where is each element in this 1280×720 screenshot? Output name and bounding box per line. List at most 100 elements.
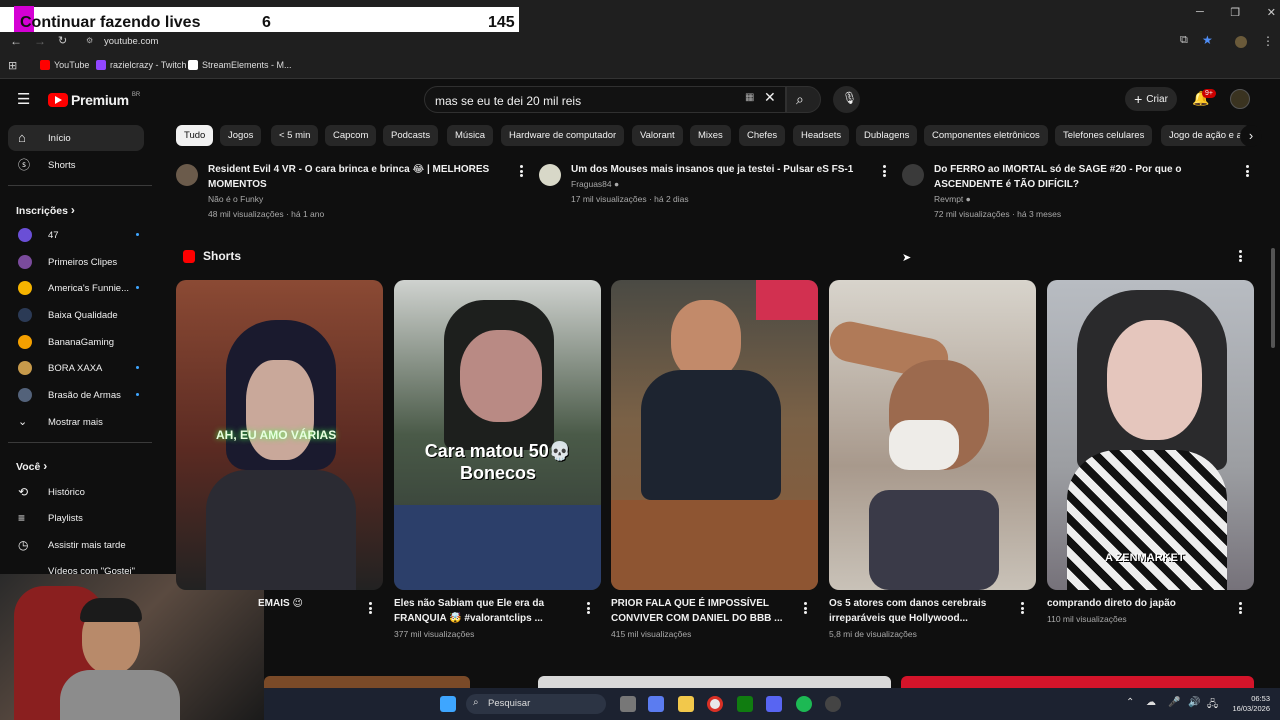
app-icon[interactable] xyxy=(825,696,841,712)
hamburger-menu-icon[interactable]: ☰ xyxy=(17,90,30,108)
bookmark-star-icon[interactable]: ★ xyxy=(1202,33,1213,47)
voice-search-button[interactable]: 🎙 xyxy=(833,86,860,113)
install-icon[interactable]: ⧉ xyxy=(1180,34,1188,47)
bookmark-streamelements[interactable]: StreamElements - M... xyxy=(188,60,292,70)
account-avatar[interactable] xyxy=(1230,89,1250,109)
sidebar-sub-item[interactable]: Baixa Qualidade xyxy=(8,302,144,328)
maximize-icon[interactable]: ❐ xyxy=(1230,6,1240,19)
clear-search-icon[interactable]: ✕ xyxy=(764,89,776,106)
short-thumbnail[interactable]: AH, EU AMO VÁRIAS xyxy=(176,280,383,590)
short-thumbnail[interactable] xyxy=(829,280,1036,590)
sidebar-item-history[interactable]: ⟲ Histórico xyxy=(8,479,144,505)
chrome-icon[interactable] xyxy=(707,696,723,712)
xbox-icon[interactable] xyxy=(737,696,753,712)
chip[interactable]: Tudo xyxy=(176,125,214,146)
shorts-more-icon[interactable] xyxy=(1239,250,1243,262)
short-title[interactable]: EMAIS 😉 xyxy=(258,596,368,611)
short-thumbnail[interactable]: A ZENMARKET xyxy=(1047,280,1254,590)
close-icon[interactable]: ✕ xyxy=(1267,6,1276,19)
spotify-icon[interactable] xyxy=(796,696,812,712)
more-options-icon[interactable] xyxy=(1021,602,1025,614)
task-view-icon[interactable] xyxy=(620,696,636,712)
more-options-icon[interactable] xyxy=(587,602,591,614)
short-title[interactable]: Eles não Sabiam que Ele era da FRANQUIA 🤯… xyxy=(394,596,569,626)
sidebar-show-more[interactable]: ⌄ Mostrar mais xyxy=(8,409,144,435)
taskbar-clock[interactable]: 06:53 16/03/2026 xyxy=(1226,694,1270,714)
video-thumbnail[interactable] xyxy=(901,676,1254,688)
search-input[interactable]: mas se eu te dei 20 mil reis xyxy=(424,86,786,113)
wifi-icon[interactable]: ☁ xyxy=(1146,697,1156,708)
video-title[interactable]: Do FERRO ao IMORTAL só de SAGE #20 - Por… xyxy=(934,162,1234,192)
chip[interactable]: Hardware de computador xyxy=(501,125,625,146)
chip[interactable]: Telefones celulares xyxy=(1055,125,1153,146)
chip[interactable]: Mixes xyxy=(690,125,731,146)
you-heading[interactable]: Você › xyxy=(16,459,47,473)
sidebar-sub-item[interactable]: Brasão de Armas xyxy=(8,382,144,408)
short-title[interactable]: PRIOR FALA QUE É IMPOSSÍVEL CONVIVER COM … xyxy=(611,596,786,626)
sidebar-sub-item[interactable]: 47 xyxy=(8,222,144,248)
video-title[interactable]: Resident Evil 4 VR - O cara brinca e bri… xyxy=(208,162,508,192)
chip[interactable]: Chefes xyxy=(739,125,786,146)
yt-premium-logo[interactable]: Premium BR xyxy=(48,92,140,108)
more-options-icon[interactable] xyxy=(883,165,887,177)
search-button[interactable]: ⌕ xyxy=(786,86,821,113)
reload-icon[interactable]: ↻ xyxy=(58,34,67,47)
chip[interactable]: < 5 min xyxy=(271,125,319,146)
video-title[interactable]: Um dos Mouses mais insanos que ja testei… xyxy=(571,162,871,177)
sidebar-sub-item[interactable]: BananaGaming xyxy=(8,329,144,355)
chip[interactable]: Componentes eletrônicos xyxy=(924,125,1048,146)
more-options-icon[interactable] xyxy=(520,165,524,177)
sidebar-item-home[interactable]: ⌂ Início xyxy=(8,125,144,151)
short-thumbnail[interactable]: Cara matou 50💀 Bonecos xyxy=(394,280,601,590)
chip[interactable]: Podcasts xyxy=(383,125,439,146)
chip[interactable]: Capcom xyxy=(325,125,377,146)
chip[interactable]: Jogo de ação e a xyxy=(1161,125,1250,146)
network-icon[interactable]: 🖧 xyxy=(1207,697,1218,714)
chip[interactable]: Música xyxy=(447,125,494,146)
start-menu-icon[interactable] xyxy=(440,696,456,712)
sidebar-sub-item[interactable]: BORA XAXA xyxy=(8,355,144,381)
create-button[interactable]: + Criar xyxy=(1125,87,1177,111)
short-thumbnail[interactable] xyxy=(611,280,818,590)
mic-tray-icon[interactable]: 🎤 xyxy=(1168,697,1180,708)
video-thumbnail[interactable] xyxy=(538,676,891,688)
channel-avatar[interactable] xyxy=(902,164,924,186)
bookmark-twitch[interactable]: razielcrazy - Twitch xyxy=(96,60,186,70)
sidebar-item-watch-later[interactable]: ◷ Assistir mais tarde xyxy=(8,532,144,558)
tray-chevron-icon[interactable]: ⌃ xyxy=(1126,697,1134,708)
minimize-icon[interactable]: ─ xyxy=(1196,6,1204,19)
forward-icon[interactable]: → xyxy=(34,34,46,48)
sidebar-sub-item[interactable]: Primeiros Clipes xyxy=(8,249,144,275)
more-options-icon[interactable] xyxy=(1246,165,1250,177)
more-options-icon[interactable] xyxy=(369,602,373,614)
channel-avatar[interactable] xyxy=(176,164,198,186)
video-channel[interactable]: Revmpt ● xyxy=(934,194,971,204)
channel-avatar[interactable] xyxy=(539,164,561,186)
chip[interactable]: Valorant xyxy=(632,125,683,146)
chips-next-icon[interactable]: › xyxy=(1240,125,1262,147)
chip[interactable]: Dublagens xyxy=(856,125,918,146)
sidebar-sub-item[interactable]: America's Funnie... xyxy=(8,275,144,301)
more-options-icon[interactable] xyxy=(1239,602,1243,614)
video-channel[interactable]: Não é o Funky xyxy=(208,194,263,204)
short-title[interactable]: Os 5 atores com danos cerebrais irreparáv… xyxy=(829,596,1004,626)
subscriptions-heading[interactable]: Inscrições › xyxy=(16,203,75,217)
back-icon[interactable]: ← xyxy=(10,34,22,48)
chip[interactable]: Headsets xyxy=(793,125,850,146)
discord-icon[interactable] xyxy=(766,696,782,712)
video-thumbnail[interactable] xyxy=(264,676,470,688)
apps-icon[interactable]: ⊞ xyxy=(8,59,17,72)
profile-avatar[interactable] xyxy=(1235,36,1247,48)
chip[interactable]: Jogos xyxy=(220,125,262,146)
site-info-icon[interactable]: ⚙ xyxy=(86,36,93,45)
video-channel[interactable]: Fraguas84 ● xyxy=(571,179,619,189)
page-scrollbar[interactable] xyxy=(1271,248,1275,348)
short-title[interactable]: comprando direto do japão xyxy=(1047,596,1222,611)
url-field[interactable]: youtube.com xyxy=(104,36,158,47)
bookmark-youtube[interactable]: YouTube xyxy=(40,60,89,70)
file-explorer-icon[interactable] xyxy=(678,696,694,712)
more-options-icon[interactable] xyxy=(804,602,808,614)
sidebar-item-playlists[interactable]: ≡ Playlists xyxy=(8,505,144,531)
copilot-icon[interactable] xyxy=(648,696,664,712)
taskbar-search[interactable]: ⌕ Pesquisar xyxy=(466,694,606,714)
